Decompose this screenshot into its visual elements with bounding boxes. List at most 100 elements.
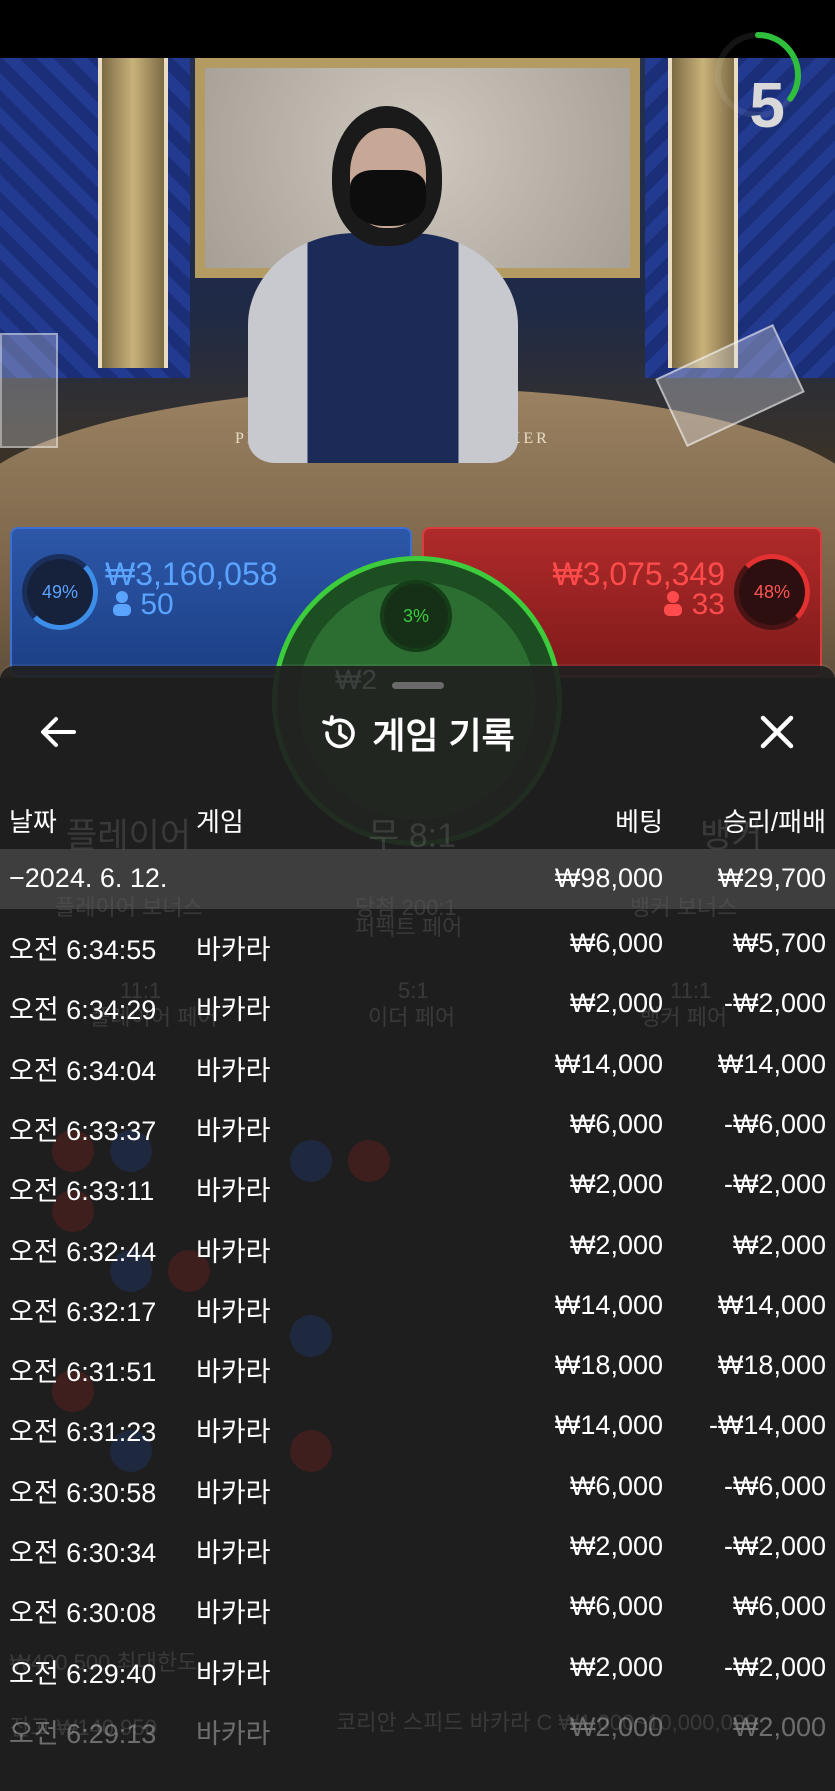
row-game: 바카라 — [196, 1115, 271, 1146]
row-bet: ₩2,000 — [569, 1169, 663, 1200]
row-time: 오전 6:34:55 — [9, 935, 157, 965]
banker-bettor-count: 33 — [663, 588, 725, 622]
row-bet: ₩6,000 — [569, 928, 663, 958]
row-result: ₩14,000 — [717, 1289, 826, 1320]
column-game: 게임 — [196, 807, 244, 837]
row-bet: ₩6,000 — [569, 1470, 663, 1501]
ghost-side-bet: ₩2 — [335, 664, 377, 695]
row-result: ₩6,000 — [732, 1591, 826, 1622]
person-icon — [113, 591, 131, 616]
row-bet: ₩14,000 — [554, 1289, 663, 1320]
row-game: 바카라 — [196, 1296, 271, 1327]
row-game: 바카라 — [196, 1236, 271, 1267]
row-time: 오전 6:33:11 — [9, 1176, 155, 1207]
row-bet: ₩2,000 — [569, 1711, 663, 1742]
row-result: ₩2,000 — [732, 1711, 826, 1742]
row-game: 바카라 — [196, 1357, 271, 1388]
row-time: 오전 6:30:58 — [9, 1477, 157, 1508]
row-bet: ₩14,000 — [554, 1048, 663, 1079]
row-result: ₩5,700 — [732, 928, 826, 958]
row-time: 오전 6:31:51 — [9, 1357, 157, 1388]
history-row[interactable]: 오전 6:33:37 바카라 ₩6,000 -₩6,000 — [0, 1095, 835, 1155]
row-time: 오전 6:30:34 — [9, 1538, 157, 1568]
row-result: -₩2,000 — [723, 1651, 826, 1682]
row-result: -₩2,000 — [723, 988, 826, 1019]
group-date: −2024. 6. 12. — [9, 863, 168, 893]
history-row[interactable]: 오전 6:34:04 바카라 ₩14,000 ₩14,000 — [0, 1035, 835, 1095]
history-row[interactable]: 오전 6:31:23 바카라 ₩14,000 -₩14,000 — [0, 1396, 835, 1456]
row-result: -₩6,000 — [723, 1108, 826, 1139]
row-time: 오전 6:29:40 — [9, 1658, 157, 1689]
banker-count-value: 33 — [691, 588, 725, 621]
history-row[interactable]: 오전 6:30:34 바카라 ₩2,000 -₩2,000 — [0, 1517, 835, 1577]
row-game: 바카라 — [196, 935, 271, 965]
history-row[interactable]: 오전 6:30:08 바카라 ₩6,000 ₩6,000 — [0, 1577, 835, 1637]
row-game: 바카라 — [196, 1055, 271, 1086]
row-bet: ₩6,000 — [569, 1108, 663, 1139]
row-time: 오전 6:32:44 — [9, 1236, 157, 1267]
history-row[interactable]: 오전 6:29:13 바카라 ₩2,000 ₩2,000 — [0, 1698, 835, 1758]
row-time: 오전 6:33:37 — [9, 1115, 157, 1146]
row-time: 오전 6:34:04 — [9, 1055, 157, 1086]
row-game: 바카라 — [196, 1598, 271, 1629]
player-percent: 49% — [22, 554, 98, 630]
close-icon[interactable] — [757, 712, 797, 752]
column-result: 승리/패배 — [723, 807, 826, 837]
row-bet: ₩14,000 — [554, 1410, 663, 1441]
row-bet: ₩18,000 — [554, 1350, 663, 1381]
history-row[interactable]: 오전 6:32:44 바카라 ₩2,000 ₩2,000 — [0, 1216, 835, 1276]
row-game: 바카라 — [196, 995, 271, 1026]
row-game: 바카라 — [196, 1477, 271, 1508]
history-icon — [322, 715, 356, 749]
history-row[interactable]: 오전 6:34:55 바카라 ₩6,000 ₩5,700 — [0, 914, 835, 974]
person-icon — [664, 591, 683, 616]
history-date-group-row[interactable]: −2024. 6. 12. ₩98,000 ₩29,700 — [0, 849, 835, 909]
dealer-body — [248, 233, 518, 463]
row-game: 바카라 — [196, 1417, 271, 1448]
row-time: 오전 6:30:08 — [9, 1598, 157, 1629]
top-status-bar — [0, 0, 835, 58]
row-time: 오전 6:31:23 — [9, 1417, 157, 1448]
column-date: 날짜 — [9, 807, 57, 837]
row-bet: ₩2,000 — [569, 1229, 663, 1260]
card-holder — [0, 333, 58, 448]
history-row[interactable]: 오전 6:33:11 바카라 ₩2,000 -₩2,000 — [0, 1155, 835, 1215]
sheet-title: 게임 기록 — [372, 715, 515, 756]
row-time: 오전 6:29:13 — [9, 1718, 157, 1749]
banker-percent: 48% — [734, 554, 810, 630]
history-column-headers: 날짜 게임 베팅 승리/패배 — [0, 798, 835, 838]
row-result: -₩2,000 — [723, 1169, 826, 1200]
row-time: 오전 6:32:17 — [9, 1296, 157, 1327]
row-game: 바카라 — [196, 1718, 271, 1749]
row-result: ₩14,000 — [717, 1048, 826, 1079]
history-row[interactable]: 오전 6:34:29 바카라 ₩2,000 -₩2,000 — [0, 974, 835, 1034]
row-time: 오전 6:34:29 — [9, 995, 157, 1026]
group-result-total: ₩29,700 — [717, 863, 826, 893]
history-row[interactable]: 오전 6:31:51 바카라 ₩18,000 ₩18,000 — [0, 1336, 835, 1396]
column-bet: 베팅 — [615, 807, 663, 837]
group-bet-total: ₩98,000 — [554, 863, 663, 893]
row-game: 바카라 — [196, 1176, 271, 1207]
pillar-left — [98, 58, 168, 368]
history-row[interactable]: 오전 6:32:17 바카라 ₩14,000 ₩14,000 — [0, 1276, 835, 1336]
row-game: 바카라 — [196, 1658, 271, 1689]
player-bettor-count: 50 — [112, 588, 174, 622]
row-result: -₩2,000 — [723, 1531, 826, 1561]
row-result: ₩18,000 — [717, 1350, 826, 1381]
player-count-value: 50 — [140, 588, 174, 621]
row-result: ₩2,000 — [732, 1229, 826, 1260]
row-result: -₩6,000 — [723, 1470, 826, 1501]
row-game: 바카라 — [196, 1538, 271, 1568]
row-bet: ₩6,000 — [569, 1591, 663, 1622]
row-bet: ₩2,000 — [569, 988, 663, 1019]
history-row[interactable]: 오전 6:30:58 바카라 ₩6,000 -₩6,000 — [0, 1457, 835, 1517]
countdown-timer: 5 — [749, 69, 785, 141]
row-bet: ₩2,000 — [569, 1531, 663, 1561]
row-result: -₩14,000 — [708, 1410, 826, 1441]
dealer-mask — [350, 170, 426, 226]
sheet-drag-handle[interactable] — [392, 682, 444, 689]
tie-percent: 3% — [380, 580, 452, 652]
row-bet: ₩2,000 — [569, 1651, 663, 1682]
sheet-header: 게임 기록 — [0, 705, 835, 761]
history-row[interactable]: 오전 6:29:40 바카라 ₩2,000 -₩2,000 — [0, 1638, 835, 1698]
